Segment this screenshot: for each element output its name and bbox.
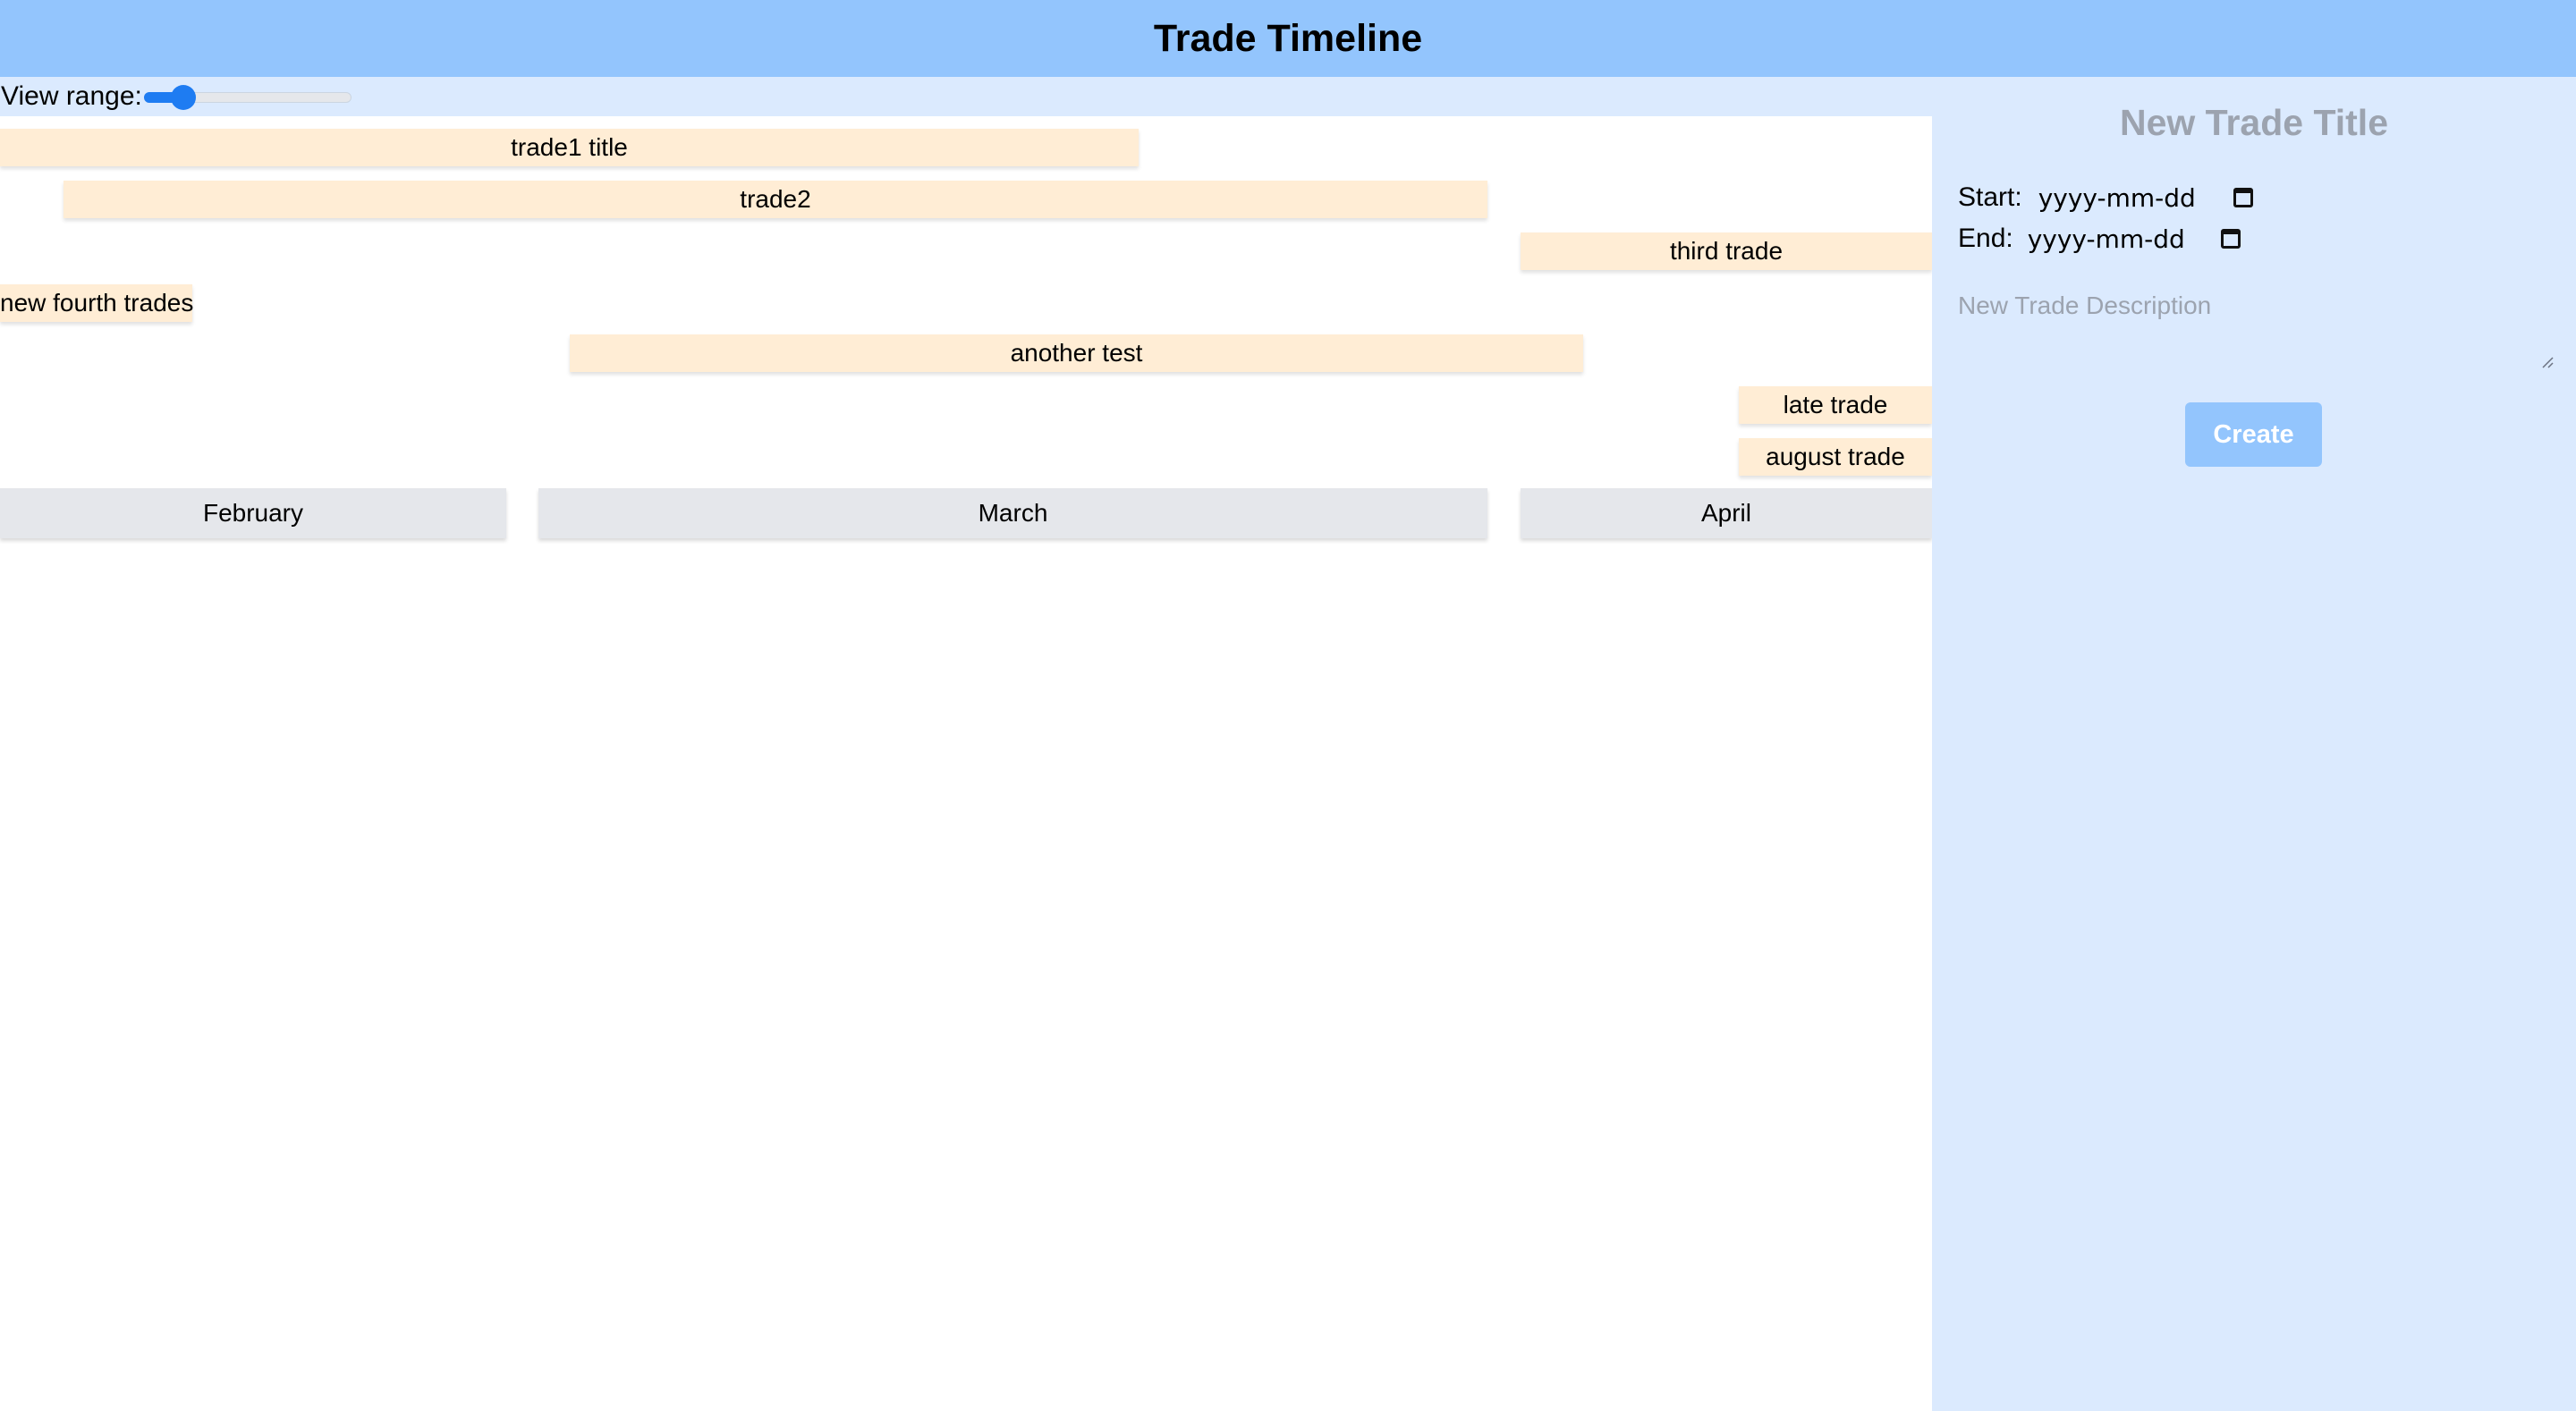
create-button[interactable]: Create	[2185, 402, 2322, 467]
view-range-slider[interactable]	[143, 77, 352, 116]
trade-title: another test	[1010, 339, 1143, 367]
trade-bar[interactable]: new fourth trades	[0, 284, 194, 322]
end-date-row: End: yyyy-mm-dd	[1958, 224, 2241, 254]
trade-bar[interactable]: late trade	[1739, 386, 1932, 424]
view-range-label: View range:	[1, 81, 142, 111]
month-header-march: March	[538, 488, 1487, 538]
trade-bar[interactable]: trade2	[64, 181, 1487, 218]
start-date-label: Start:	[1958, 182, 2022, 212]
trade-title: late trade	[1783, 391, 1888, 418]
trade-title: trade2	[740, 185, 811, 213]
month-header-february: February	[0, 488, 506, 538]
start-date-row: Start: yyyy-mm-dd	[1958, 182, 2253, 213]
new-trade-panel: New Trade Title Start: yyyy-mm-dd End: y…	[1932, 77, 2576, 1411]
slider-thumb[interactable]	[171, 85, 197, 110]
trade-bar[interactable]: trade1 title	[0, 129, 1139, 166]
trade-title: trade1 title	[511, 133, 628, 161]
month-label: March	[978, 499, 1048, 527]
trade-bar[interactable]: third trade	[1521, 232, 1932, 270]
calendar-icon[interactable]	[2220, 229, 2241, 249]
trade-title: third trade	[1669, 237, 1784, 265]
end-date-input[interactable]: yyyy-mm-dd	[2028, 224, 2185, 254]
page-title: Trade Timeline	[1153, 16, 1423, 60]
trade-title: august trade	[1766, 443, 1905, 470]
month-header-april: April	[1521, 488, 1932, 538]
month-label: February	[202, 499, 304, 527]
resize-handle-icon[interactable]	[2541, 356, 2554, 368]
calendar-icon[interactable]	[2233, 188, 2253, 207]
timeline-area: trade1 title trade2 third trade new four…	[0, 116, 1932, 1411]
trade-title-input[interactable]: New Trade Title	[1932, 102, 2576, 144]
trade-bar[interactable]: august trade	[1739, 438, 1932, 476]
start-date-input[interactable]: yyyy-mm-dd	[2038, 183, 2196, 213]
end-date-label: End:	[1958, 224, 2013, 253]
app-header: Trade Timeline	[0, 0, 2576, 77]
month-label: April	[1700, 499, 1751, 527]
trade-description-textarea[interactable]: New Trade Description	[1958, 291, 2557, 372]
description-placeholder: New Trade Description	[1958, 291, 2212, 319]
trade-title: new fourth trades	[0, 289, 194, 317]
trade-bar[interactable]: another test	[570, 334, 1583, 372]
view-range-toolbar: View range:	[0, 77, 1932, 116]
